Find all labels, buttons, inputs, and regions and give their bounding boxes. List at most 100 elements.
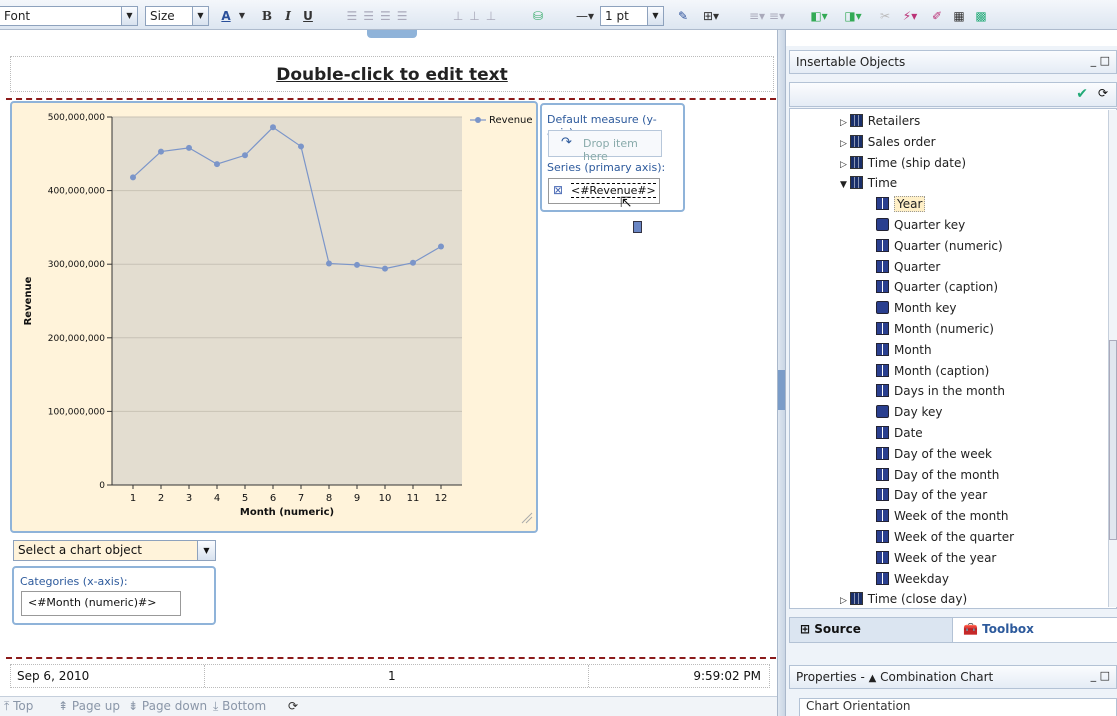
categories-item[interactable]: <#Month (numeric)#> [21,591,181,616]
font-select[interactable]: Font ▼ [0,6,138,26]
font-color-icon[interactable]: A [216,7,236,25]
top-icon: ⤒ [4,699,10,713]
collapsed-arrow-icon[interactable]: ▷ [840,139,850,149]
resize-handle-icon [521,512,533,524]
tree-item[interactable]: Month (numeric) [876,319,994,339]
page-up-icon: ⇞ [58,699,69,713]
collapse-tab[interactable] [367,30,417,38]
series-item[interactable]: ⊠ <#Revenue#> [548,178,660,204]
line-style-icon[interactable]: —▾ [570,7,600,25]
bottom-button[interactable]: ⤓ Bottom [213,699,266,714]
tree-item-label: Week of the month [894,509,1009,524]
tree-item[interactable]: ▷ Sales order [840,132,936,152]
drag-handle-icon[interactable] [633,221,642,233]
tree-item[interactable]: Month (caption) [876,361,989,381]
page-down-button[interactable]: ⇟ Page down [128,699,207,713]
combination-chart[interactable]: 0 100,000,000 200,000,000 300,000,000 400,00… [10,101,538,533]
expanded-arrow-icon[interactable]: ▼ [840,180,850,190]
data-point [130,174,136,181]
data-point [186,144,192,151]
chevron-down-icon[interactable]: ▼ [121,7,137,25]
tree-item[interactable]: Quarter (numeric) [876,236,1003,256]
collapsed-arrow-icon[interactable]: ▷ [840,118,850,128]
underline-button[interactable]: U [300,7,316,25]
footer-time[interactable]: 9:59:02 PM [693,669,761,683]
data-point [214,161,220,168]
wand-icon[interactable]: ⚡▾ [897,7,923,25]
tree-item[interactable]: Days in the month [876,381,1005,401]
tree-item[interactable]: Weekday [876,569,949,589]
scrollbar-thumb[interactable] [1109,340,1117,540]
tree-scrollbar[interactable] [1108,110,1117,607]
tree-item[interactable]: Day of the week [876,444,992,464]
collapsed-arrow-icon[interactable]: ▷ [840,160,850,170]
chart-icon: ▲ [868,673,877,684]
footer-date[interactable]: Sep 6, 2010 [17,669,89,683]
align-icons[interactable]: ☰☰☰☰ [330,7,430,25]
tree-item-label: Quarter (caption) [894,280,999,295]
tree-item[interactable]: Month [876,340,932,360]
chevron-down-icon[interactable]: ▼ [197,541,215,560]
tree-item[interactable]: ▷ Retailers [840,111,920,131]
collapse-handle[interactable] [778,370,785,410]
style-icon[interactable]: ◨▾ [838,7,868,25]
table-icon[interactable]: ▩ [972,7,990,25]
header-textbox[interactable]: Double-click to edit text [10,56,774,92]
tab-toolbox-label: Toolbox [982,622,1034,636]
default-measure-dropzone[interactable]: ↷ Drop item here [548,130,662,163]
find-icon[interactable]: ✔ [1076,86,1088,102]
tree-item[interactable]: Year [876,194,926,214]
clear-icon[interactable]: ✐ [928,7,946,25]
bold-button[interactable]: B [259,7,275,25]
layout-icon[interactable]: ▦ [950,7,968,25]
refresh-icon[interactable]: ⟳ [1098,86,1108,100]
insertable-objects-tree: ▷ Retailers ▷ Sales order ▷ Time (ship dat… [789,108,1117,609]
fill-color-icon[interactable]: ⛁ [526,7,550,25]
tree-item[interactable]: ▷ Time (close day) [840,589,967,608]
collapsed-arrow-icon[interactable]: ▷ [840,596,850,606]
tree-item[interactable]: ▷ Time (ship date) [840,153,966,173]
page-up-button[interactable]: ⇞ Page up [58,699,120,713]
tree-item[interactable]: Week of the quarter [876,527,1014,547]
tree-item[interactable]: Month key [876,298,956,318]
chevron-down-icon[interactable]: ▼ [647,7,663,25]
minimize-maximize-icon[interactable]: _ □ [1091,669,1110,682]
tree-item[interactable]: Quarter [876,257,940,277]
refresh-icon[interactable]: ⟳ [288,699,298,713]
tree-item[interactable]: Week of the month [876,506,1009,526]
border-align-icons[interactable]: ⊥⊥⊥ [440,7,515,25]
tab-toolbox[interactable]: 🧰 Toolbox [952,618,1117,642]
cut-icon[interactable]: ✂ [876,7,894,25]
tree-item[interactable]: Quarter key [876,215,965,235]
tree-item[interactable]: Day of the year [876,485,987,505]
footer-page-number[interactable]: 1 [388,669,396,683]
indent-icons[interactable]: ≡▾ ≡▾ [737,7,797,25]
top-button[interactable]: ⤒ Top [4,699,33,714]
tree-item[interactable]: ▼ Time [840,173,897,193]
tree-item[interactable]: Date [876,423,923,443]
chevron-down-icon[interactable]: ▼ [237,7,247,25]
borders-icon[interactable]: ⊞▾ [697,7,725,25]
x-tick-label: 11 [407,493,420,504]
pane-splitter[interactable] [777,30,786,716]
size-select[interactable]: Size ▼ [145,6,209,26]
minimize-maximize-icon[interactable]: _ □ [1091,54,1110,67]
tree-item[interactable]: Quarter (caption) [876,277,998,297]
line-width-select[interactable]: 1 pt ▼ [600,6,664,26]
insertable-objects-title-bar: Insertable Objects _ □ [789,50,1117,74]
dimension-icon [849,134,863,148]
tree-item[interactable]: Day key [876,402,943,422]
conditional-style-icon[interactable]: ◧▾ [804,7,834,25]
dimension-icon [849,155,863,169]
italic-button[interactable]: I [280,7,296,25]
data-point [242,152,248,159]
tree-item[interactable]: Day of the month [876,465,999,485]
line-color-icon[interactable]: ✎ [672,7,694,25]
level-icon [876,530,889,543]
y-tick-label: 400,000,000 [48,187,106,197]
chart-object-select[interactable]: Select a chart object ▼ [13,540,216,561]
tree-item[interactable]: Week of the year [876,548,996,568]
tab-source[interactable]: ⊞ Source [790,618,952,642]
x-axis-label: Month (numeric) [240,507,334,518]
chevron-down-icon[interactable]: ▼ [192,7,208,25]
